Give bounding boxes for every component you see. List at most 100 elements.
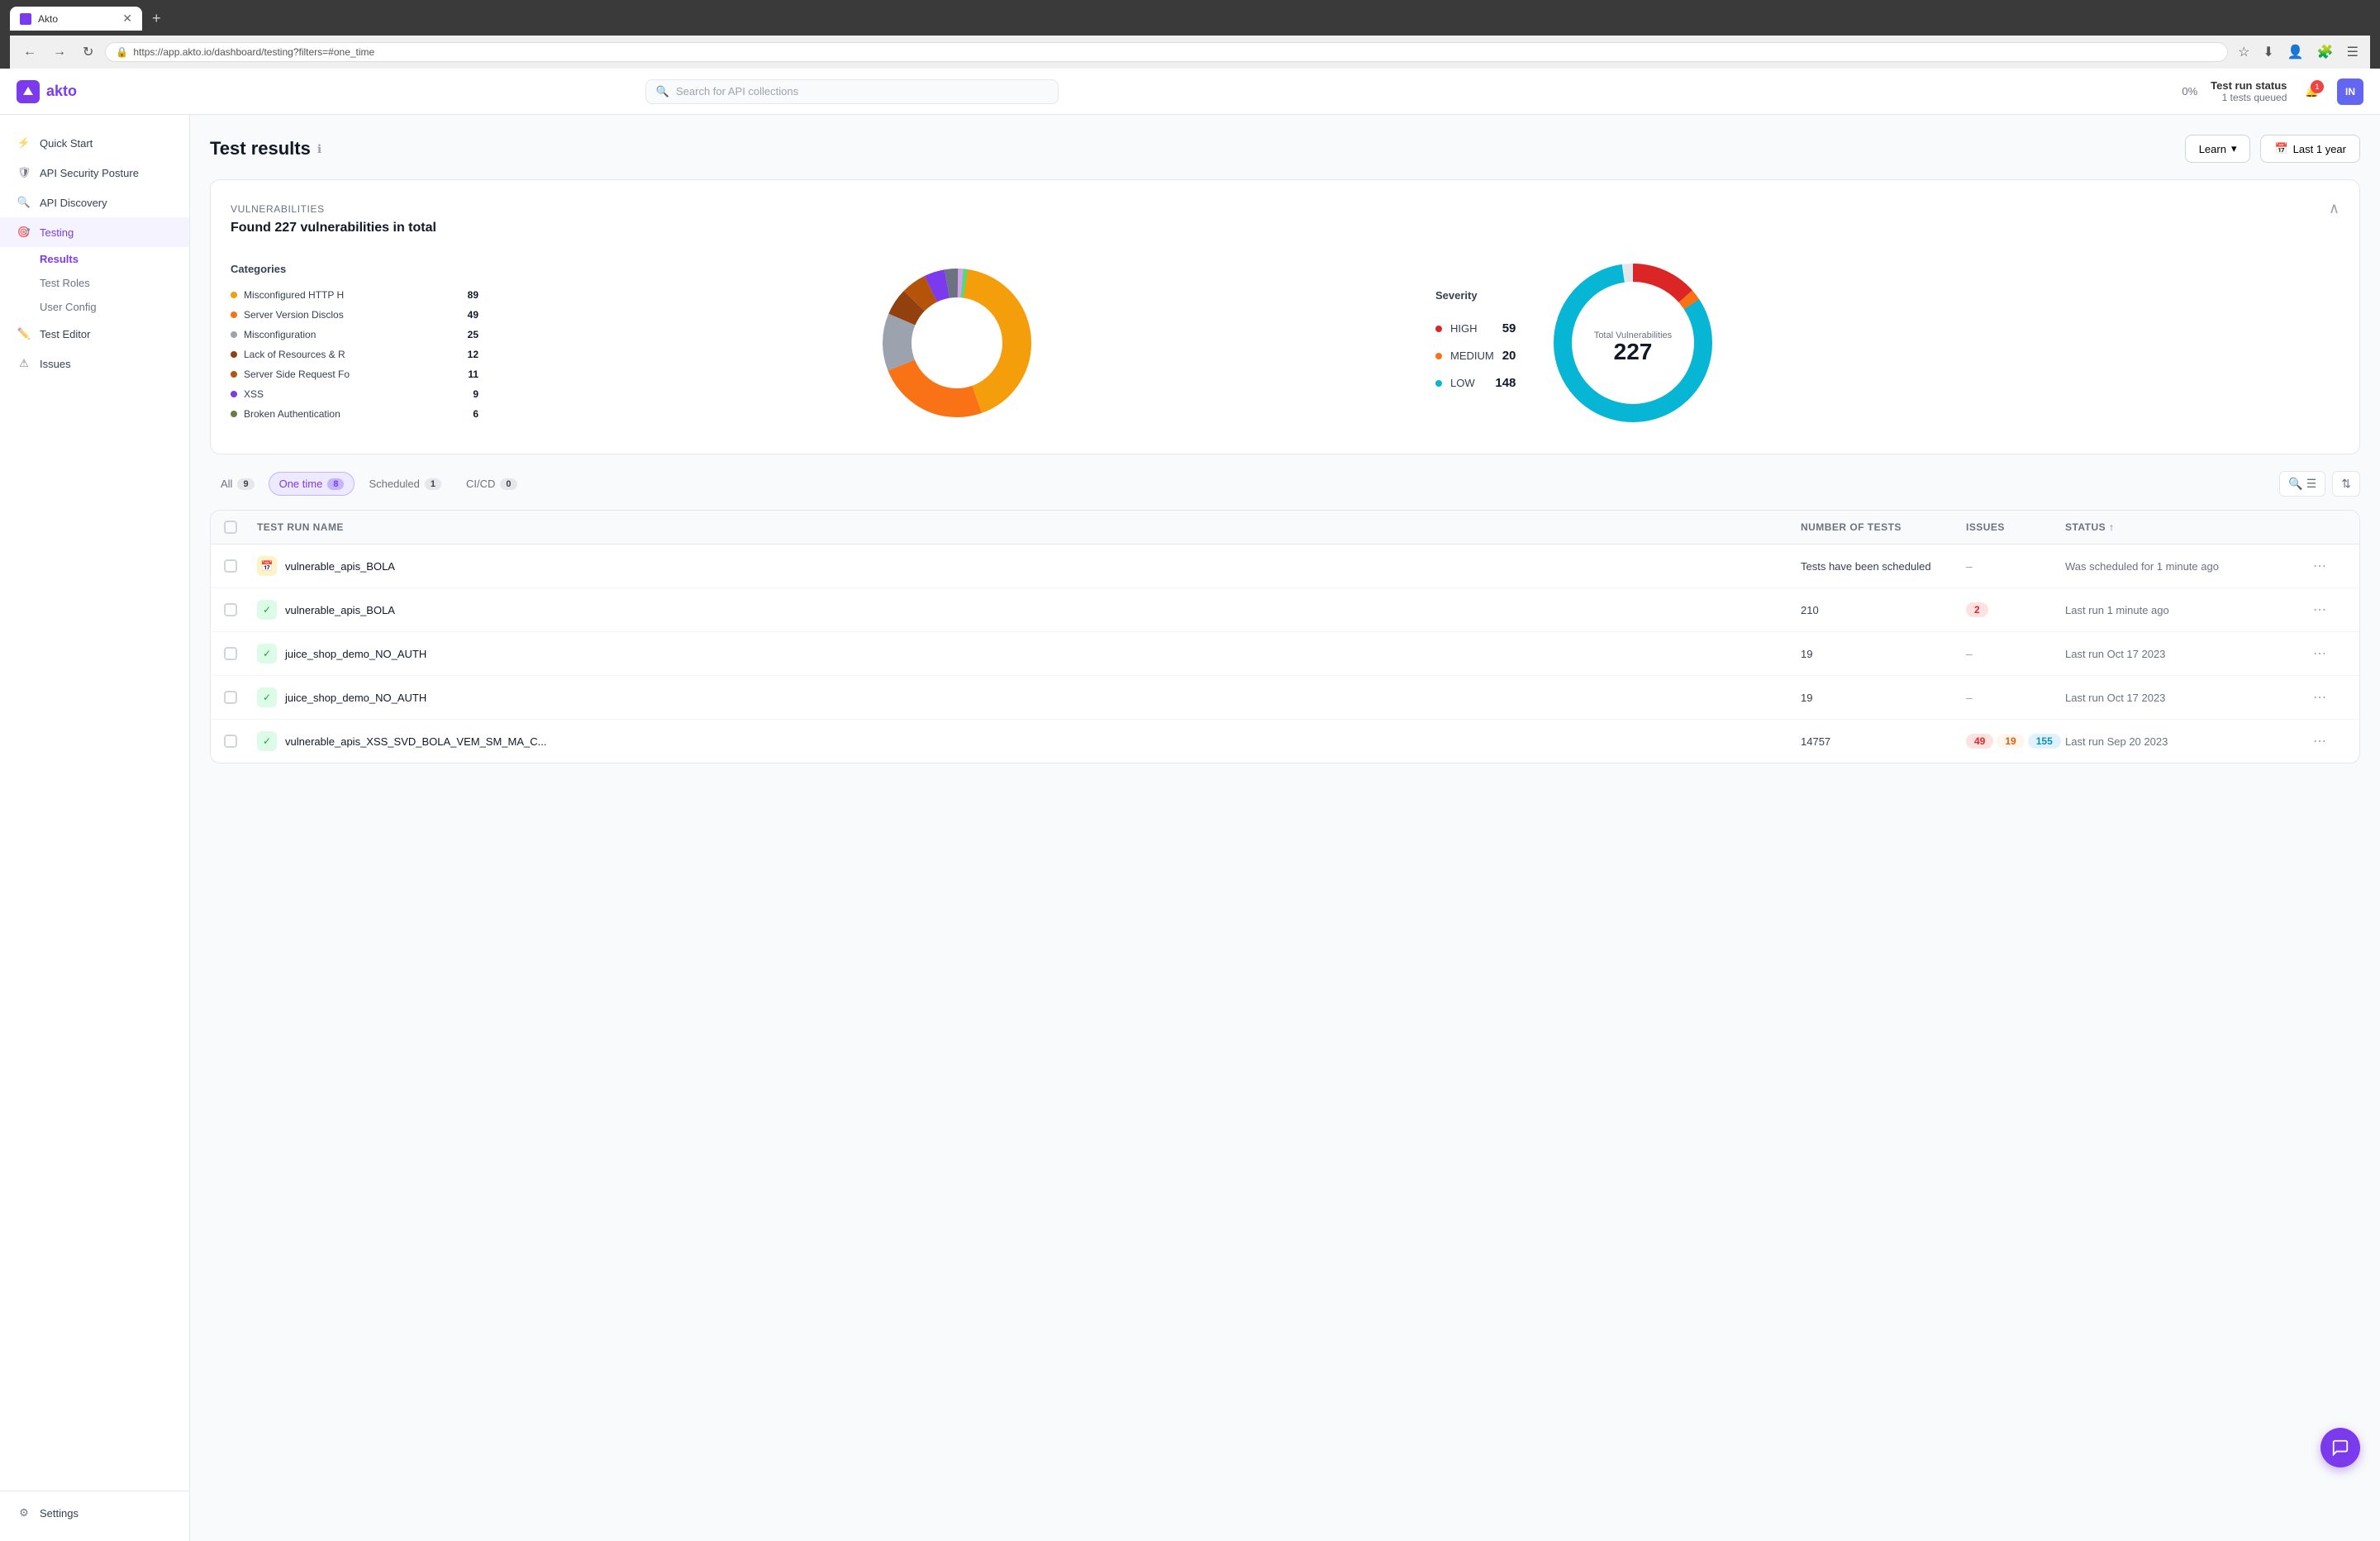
status-1: Was scheduled for 1 minute ago: [2065, 560, 2313, 573]
severity-item: HIGH 59: [1435, 315, 1516, 342]
row-checkbox-3: [224, 647, 257, 660]
tab-ci-cd[interactable]: CI/CD 0: [455, 472, 528, 496]
category-item: XSS 9: [231, 384, 478, 404]
extensions-btn[interactable]: 🧩: [2314, 40, 2337, 64]
menu-btn[interactable]: ☰: [2344, 40, 2362, 64]
issue-badge-high-2: 2: [1966, 602, 1988, 617]
search-bar[interactable]: 🔍 Search for API collections: [645, 79, 1059, 104]
sidebar: ⚡ Quick Start 🛡 API Security Posture 🔍 A…: [0, 115, 190, 1541]
row-menu-btn-1[interactable]: ⋯: [2313, 558, 2326, 574]
vuln-content: Categories Misconfigured HTTP H 89 Serve…: [231, 252, 2340, 434]
sidebar-item-issues[interactable]: ⚠ Issues: [0, 349, 189, 378]
profile-btn[interactable]: 👤: [2284, 40, 2307, 64]
back-btn[interactable]: ←: [18, 41, 41, 63]
run-name-4: ✓ juice_shop_demo_NO_AUTH: [257, 687, 1801, 707]
category-dot: [231, 331, 237, 338]
run-name-text-2: vulnerable_apis_BOLA: [285, 604, 395, 616]
forward-btn[interactable]: →: [48, 41, 71, 63]
severity-title: Severity: [1435, 289, 1516, 302]
table-row: ✓ juice_shop_demo_NO_AUTH 19 – Last run …: [211, 632, 2359, 676]
check-icon-5: ✓: [257, 731, 277, 751]
search-icon: 🔍: [656, 85, 669, 98]
avatar: IN: [2337, 78, 2363, 105]
api-security-icon: 🛡: [17, 165, 31, 180]
sort-btn[interactable]: ⇅: [2332, 471, 2360, 497]
tab-scheduled[interactable]: Scheduled 1: [358, 472, 452, 496]
run-name-2: ✓ vulnerable_apis_BOLA: [257, 600, 1801, 620]
notification-btn[interactable]: 🔔 1: [2300, 80, 2324, 103]
row-menu-2: ⋯: [2313, 602, 2346, 618]
logo-text: akto: [46, 83, 77, 100]
row-menu-btn-4[interactable]: ⋯: [2313, 689, 2326, 706]
tab-all[interactable]: All 9: [210, 472, 265, 496]
run-name-text-1: vulnerable_apis_BOLA: [285, 560, 395, 573]
row-select-4[interactable]: [224, 691, 237, 704]
info-icon: ℹ: [317, 142, 321, 156]
sidebar-item-testing[interactable]: 🎯 Testing: [0, 217, 189, 247]
notification-badge: 1: [2311, 80, 2324, 93]
category-dot: [231, 391, 237, 397]
tab-one-time[interactable]: One time 8: [269, 472, 355, 496]
row-menu-3: ⋯: [2313, 645, 2346, 662]
vuln-section-label: Vulnerabilities: [231, 203, 325, 215]
select-all-checkbox[interactable]: [224, 521, 237, 534]
sidebar-item-quick-start[interactable]: ⚡ Quick Start: [0, 128, 189, 158]
row-menu-btn-5[interactable]: ⋯: [2313, 733, 2326, 749]
sidebar-item-label: Quick Start: [40, 137, 93, 150]
search-filter-btn[interactable]: 🔍 ☰: [2279, 471, 2325, 497]
tab-one-time-count: 8: [327, 478, 344, 490]
run-name-text-3: juice_shop_demo_NO_AUTH: [285, 648, 426, 660]
row-checkbox-5: [224, 735, 257, 748]
progress-label: 0%: [2182, 85, 2197, 98]
refresh-btn[interactable]: ↻: [78, 40, 98, 64]
row-menu-btn-3[interactable]: ⋯: [2313, 645, 2326, 662]
tab-close-btn[interactable]: ✕: [122, 12, 132, 26]
col-test-run-name: Test run name: [257, 521, 1801, 534]
date-range-btn[interactable]: 📅 Last 1 year: [2260, 135, 2360, 163]
sidebar-sub-item-test-roles[interactable]: Test Roles: [0, 271, 189, 295]
run-name-1: 📅 vulnerable_apis_BOLA: [257, 556, 1801, 576]
category-item: Misconfiguration 25: [231, 325, 478, 345]
row-select-1[interactable]: [224, 559, 237, 573]
row-select-3[interactable]: [224, 647, 237, 660]
test-run-status: Test run status 1 tests queued: [2211, 79, 2287, 103]
issues-1: –: [1966, 559, 2065, 573]
address-bar[interactable]: 🔒 https://app.akto.io/dashboard/testing?…: [105, 42, 2228, 62]
bookmark-btn[interactable]: ☆: [2235, 40, 2253, 64]
category-dot: [231, 411, 237, 417]
lock-icon: 🔒: [116, 46, 128, 58]
category-count: 89: [459, 289, 478, 301]
sidebar-item-api-discovery[interactable]: 🔍 API Discovery: [0, 188, 189, 217]
sidebar-sub-item-results[interactable]: Results: [0, 247, 189, 271]
category-name: Lack of Resources & R: [244, 349, 452, 360]
sidebar-item-api-security[interactable]: 🛡 API Security Posture: [0, 158, 189, 188]
test-count-4: 19: [1801, 692, 1966, 704]
calendar-icon-1: 📅: [257, 556, 277, 576]
table-row: ✓ juice_shop_demo_NO_AUTH 19 – Last run …: [211, 676, 2359, 720]
sidebar-item-settings[interactable]: ⚙ Settings: [0, 1498, 189, 1528]
check-icon-4: ✓: [257, 687, 277, 707]
sidebar-item-test-editor[interactable]: ✏️ Test Editor: [0, 319, 189, 349]
row-menu-btn-2[interactable]: ⋯: [2313, 602, 2326, 618]
new-tab-btn[interactable]: +: [145, 7, 168, 31]
row-select-2[interactable]: [224, 603, 237, 616]
browser-chrome: Akto ✕ + ← → ↻ 🔒 https://app.akto.io/das…: [0, 0, 2380, 69]
testing-icon: 🎯: [17, 225, 31, 240]
issues-3: –: [1966, 647, 2065, 660]
severity-count: 59: [1502, 321, 1516, 335]
severity-item: MEDIUM 20: [1435, 342, 1516, 369]
issues-5: 49 19 155: [1966, 734, 2065, 749]
sidebar-sub-item-user-config[interactable]: User Config: [0, 295, 189, 319]
severity-count: 20: [1502, 349, 1516, 363]
issue-dash-1: –: [1966, 559, 1973, 573]
download-btn[interactable]: ⬇: [2259, 40, 2277, 64]
collapse-btn[interactable]: ∧: [2329, 200, 2340, 217]
browser-tab-active[interactable]: Akto ✕: [10, 7, 142, 31]
row-select-5[interactable]: [224, 735, 237, 748]
check-icon-3: ✓: [257, 644, 277, 663]
category-count: 12: [459, 349, 478, 360]
test-count-5: 14757: [1801, 735, 1966, 748]
learn-btn[interactable]: Learn ▾: [2185, 135, 2251, 163]
logo-icon: [17, 80, 40, 103]
chat-bubble[interactable]: [2320, 1428, 2360, 1467]
